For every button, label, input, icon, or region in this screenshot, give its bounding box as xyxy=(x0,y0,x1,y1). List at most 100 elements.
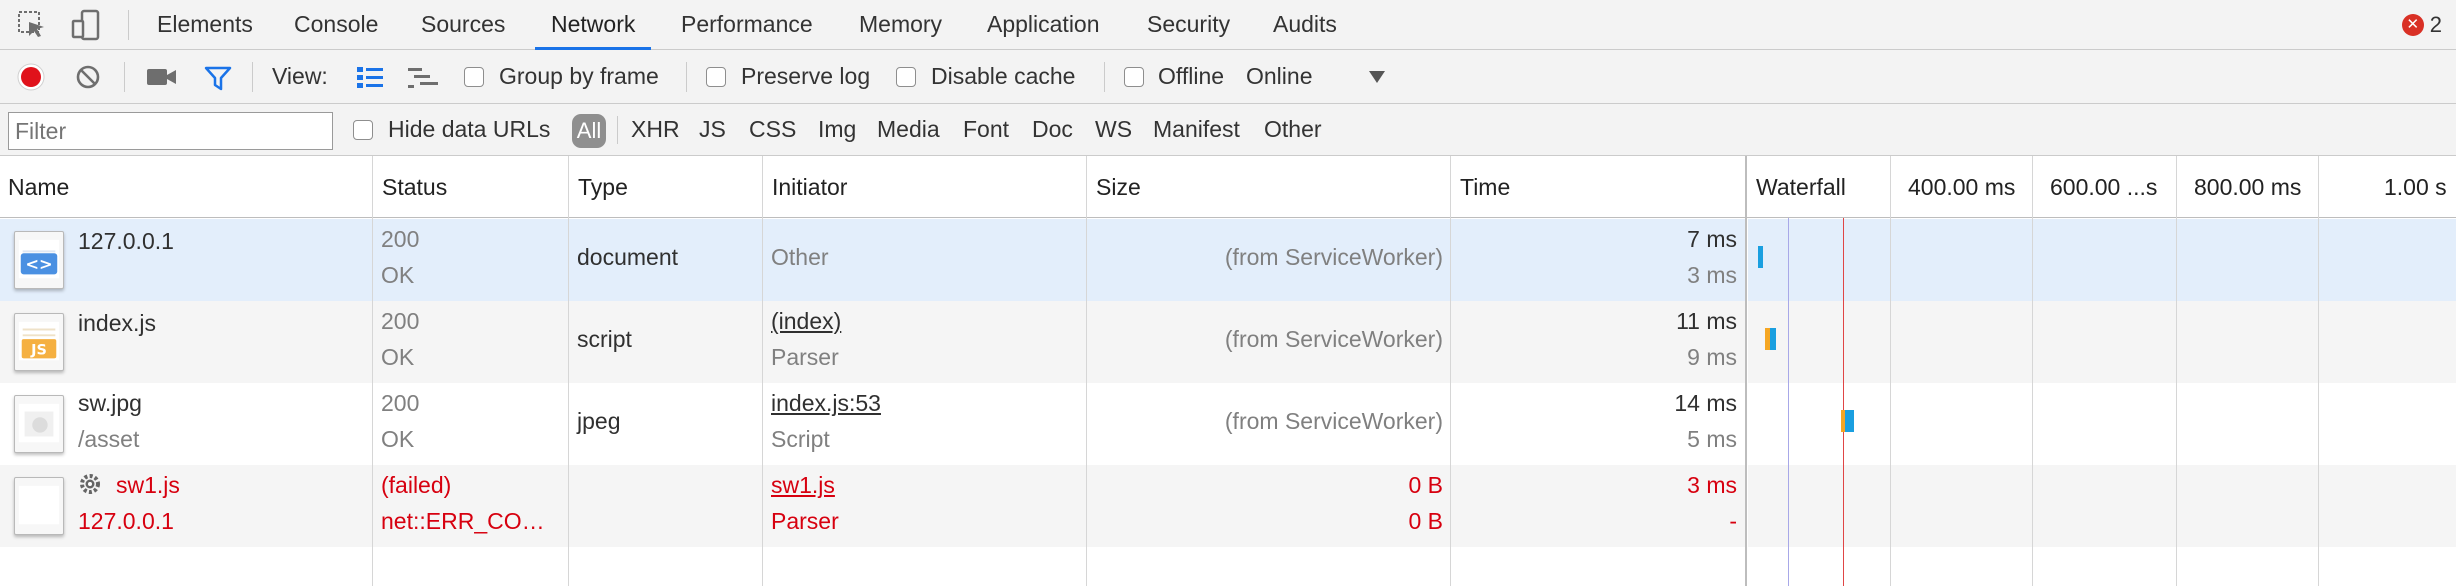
waterfall-row xyxy=(1748,219,2456,301)
svg-text:<>: <> xyxy=(25,255,52,274)
column-header-size[interactable]: Size xyxy=(1088,156,1141,218)
offline-label: Offline xyxy=(1158,63,1225,89)
status-text: net::ERR_CO… xyxy=(381,508,545,534)
filter-icon[interactable] xyxy=(203,63,233,93)
request-size: (from ServiceWorker) xyxy=(1224,408,1443,434)
request-table-header: Name Status Type Initiator Size Time Wat… xyxy=(0,156,2456,218)
status-text: OK xyxy=(381,262,415,288)
request-name[interactable]: index.js xyxy=(78,310,156,337)
request-name[interactable]: sw1.js xyxy=(116,472,180,499)
waterfall-row xyxy=(1748,301,2456,383)
initiator-detail: Parser xyxy=(771,508,839,534)
initiator-link[interactable]: index.js:53 xyxy=(771,390,881,417)
error-count-badge[interactable]: ✕ 2 xyxy=(2401,12,2442,38)
toolbar-divider xyxy=(1104,62,1105,92)
filter-input[interactable]: Filter xyxy=(8,112,333,150)
type-filter-manifest[interactable]: Manifest xyxy=(1153,116,1240,143)
request-name[interactable]: sw.jpg xyxy=(78,390,142,417)
tab-network[interactable]: Network xyxy=(535,0,652,50)
column-divider[interactable] xyxy=(372,156,373,586)
type-filter-doc[interactable]: Doc xyxy=(1032,116,1073,143)
group-by-frame-checkbox[interactable] xyxy=(464,67,484,87)
type-filter-ws[interactable]: WS xyxy=(1095,116,1132,143)
type-filter-other[interactable]: Other xyxy=(1264,116,1322,143)
request-path: /asset xyxy=(78,426,140,452)
waterfall-gridline xyxy=(2176,156,2177,586)
column-header-waterfall[interactable]: Waterfall xyxy=(1748,156,1846,218)
offline-checkbox[interactable] xyxy=(1124,67,1144,87)
request-latency: 9 ms xyxy=(1687,344,1737,370)
tab-sources[interactable]: Sources xyxy=(421,0,505,50)
record-icon[interactable] xyxy=(16,62,46,92)
waterfall-divider[interactable] xyxy=(1745,156,1747,586)
clear-icon[interactable] xyxy=(74,63,102,91)
column-divider[interactable] xyxy=(1450,156,1451,586)
tab-memory[interactable]: Memory xyxy=(859,0,942,50)
toolbar-divider xyxy=(686,62,687,92)
devtools-tabbar: Elements Console Sources Network Perform… xyxy=(0,0,2456,50)
waterfall-gridline xyxy=(1890,156,1891,586)
tab-application[interactable]: Application xyxy=(987,0,1100,50)
js-file-icon: JS xyxy=(14,313,64,371)
waterfall-tick: 400.00 ms xyxy=(1908,174,2016,200)
waterfall-bar[interactable] xyxy=(1758,246,1763,268)
toolbar-divider xyxy=(124,62,125,92)
dropdown-arrow-icon[interactable] xyxy=(1368,70,1386,84)
type-filter-all[interactable]: All xyxy=(572,114,606,148)
device-toolbar-icon[interactable] xyxy=(70,9,102,41)
preserve-log-label: Preserve log xyxy=(741,63,871,89)
request-type: document xyxy=(577,244,679,270)
type-filter-font[interactable]: Font xyxy=(963,116,1009,143)
overview-view-icon[interactable] xyxy=(406,65,440,89)
waterfall-bar-download[interactable] xyxy=(1845,410,1854,432)
type-filter-css[interactable]: CSS xyxy=(749,116,796,143)
request-name[interactable]: 127.0.0.1 xyxy=(78,228,174,255)
disable-cache-checkbox[interactable] xyxy=(896,67,916,87)
column-header-type[interactable]: Type xyxy=(570,156,628,218)
waterfall-bar-download[interactable] xyxy=(1770,328,1776,350)
throttling-select[interactable]: Online xyxy=(1246,63,1312,90)
request-resource-size: 0 B xyxy=(1408,508,1443,534)
screenshot-camera-icon[interactable] xyxy=(146,65,178,89)
type-filter-img[interactable]: Img xyxy=(818,116,856,143)
preserve-log-checkbox[interactable] xyxy=(706,67,726,87)
hide-data-urls-checkbox[interactable] xyxy=(353,120,373,140)
waterfall-tick: 600.00 ...s xyxy=(2050,174,2158,200)
waterfall-tick: 800.00 ms xyxy=(2194,174,2302,200)
column-header-name[interactable]: Name xyxy=(0,156,69,218)
waterfall-row xyxy=(1748,465,2456,547)
tab-console[interactable]: Console xyxy=(294,0,378,50)
type-filter-js[interactable]: JS xyxy=(699,116,726,143)
column-divider[interactable] xyxy=(568,156,569,586)
tab-elements[interactable]: Elements xyxy=(157,0,253,50)
blank-file-icon xyxy=(14,477,64,535)
request-time: 7 ms xyxy=(1687,226,1737,252)
type-filter-xhr[interactable]: XHR xyxy=(631,116,680,143)
tab-audits[interactable]: Audits xyxy=(1273,0,1337,50)
network-toolbar: View: Group by frame Preserve log Disabl… xyxy=(0,50,2456,104)
request-size: (from ServiceWorker) xyxy=(1224,244,1443,270)
initiator-link[interactable]: (index) xyxy=(771,308,841,335)
request-type: jpeg xyxy=(577,408,621,434)
inspect-element-icon[interactable] xyxy=(16,9,48,41)
column-header-initiator[interactable]: Initiator xyxy=(764,156,847,218)
status-code: 200 xyxy=(381,226,420,252)
type-filter-media[interactable]: Media xyxy=(877,116,940,143)
request-size: 0 B xyxy=(1408,472,1443,498)
column-header-status[interactable]: Status xyxy=(374,156,447,218)
toolbar-divider xyxy=(252,62,253,92)
initiator-link[interactable]: sw1.js xyxy=(771,472,835,499)
svg-text:JS: JS xyxy=(30,342,47,358)
tabbar-divider xyxy=(128,10,129,40)
tab-security[interactable]: Security xyxy=(1147,0,1230,50)
waterfall-row xyxy=(1748,383,2456,465)
initiator-detail: Script xyxy=(771,426,830,452)
hide-data-urls-label: Hide data URLs xyxy=(388,116,551,142)
tab-performance[interactable]: Performance xyxy=(681,0,813,50)
column-header-time[interactable]: Time xyxy=(1452,156,1510,218)
status-code: (failed) xyxy=(381,472,452,498)
column-divider[interactable] xyxy=(762,156,763,586)
load-event-line xyxy=(1843,218,1844,586)
column-divider[interactable] xyxy=(1086,156,1087,586)
large-rows-view-icon[interactable] xyxy=(355,65,385,89)
